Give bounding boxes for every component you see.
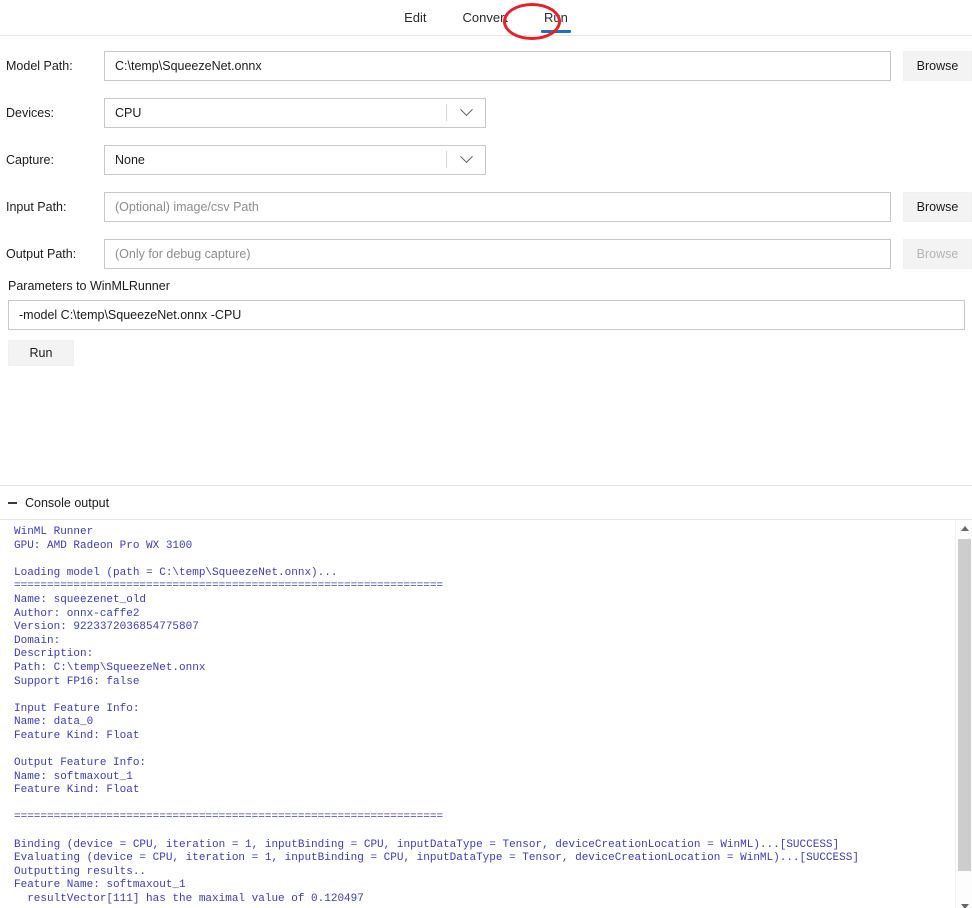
chevron-down-icon[interactable] bbox=[447, 99, 485, 127]
chevron-down-icon[interactable] bbox=[447, 146, 485, 174]
devices-select[interactable]: CPU bbox=[104, 97, 486, 128]
tabbar-divider bbox=[0, 35, 972, 36]
tab-convert-label: Convert bbox=[462, 10, 509, 25]
tab-run-label: Run bbox=[544, 10, 568, 25]
scrollbar-thumb[interactable] bbox=[958, 539, 971, 871]
capture-select-value: None bbox=[115, 152, 145, 167]
parameters-label: Parameters to WinMLRunner bbox=[8, 279, 170, 293]
form-row-output-path: Output Path: (Only for debug capture) Br… bbox=[0, 230, 972, 277]
console-output-panel: WinML Runner GPU: AMD Radeon Pro WX 3100… bbox=[0, 520, 972, 908]
console-title: Console output bbox=[25, 495, 110, 510]
triangle-up-icon[interactable] bbox=[956, 520, 972, 537]
console-output-text: WinML Runner GPU: AMD Radeon Pro WX 3100… bbox=[14, 526, 859, 906]
console-scrollbar[interactable] bbox=[955, 520, 972, 908]
console-section: Console output WinML Runner GPU: AMD Rad… bbox=[0, 485, 972, 908]
label-devices: Devices: bbox=[6, 105, 54, 120]
form-row-input-path: Input Path: (Optional) image/csv Path Br… bbox=[0, 183, 972, 230]
tab-edit-label: Edit bbox=[404, 10, 427, 25]
capture-select[interactable]: None bbox=[104, 144, 486, 175]
output-path-input[interactable]: (Only for debug capture) bbox=[104, 238, 891, 269]
tab-run[interactable]: Run bbox=[540, 10, 572, 34]
browse-button-output-path: Browse bbox=[903, 238, 972, 269]
label-input-path: Input Path: bbox=[6, 199, 67, 214]
tab-edit[interactable]: Edit bbox=[400, 10, 430, 34]
winmlrunner-app: Edit Convert Run Model Path: C:\temp\Squ… bbox=[0, 0, 972, 908]
parameters-input[interactable]: -model C:\temp\SqueezeNet.onnx -CPU bbox=[8, 300, 965, 330]
model-path-input[interactable]: C:\temp\SqueezeNet.onnx bbox=[104, 50, 891, 81]
devices-select-value: CPU bbox=[115, 105, 142, 120]
browse-button-input-path[interactable]: Browse bbox=[903, 191, 972, 222]
label-output-path: Output Path: bbox=[6, 246, 77, 261]
browse-button-model-path[interactable]: Browse bbox=[903, 50, 972, 81]
minus-icon[interactable] bbox=[8, 502, 17, 504]
tab-convert[interactable]: Convert bbox=[459, 10, 513, 34]
console-header[interactable]: Console output bbox=[0, 486, 972, 519]
tab-underline bbox=[540, 30, 571, 33]
tab-bar: Edit Convert Run bbox=[0, 0, 972, 36]
label-model-path: Model Path: bbox=[6, 58, 73, 73]
form-row-capture: Capture: None bbox=[0, 136, 972, 183]
run-button[interactable]: Run bbox=[8, 340, 74, 366]
triangle-down-icon[interactable] bbox=[956, 898, 972, 908]
label-capture: Capture: bbox=[6, 152, 54, 167]
form-row-devices: Devices: CPU bbox=[0, 89, 972, 136]
run-form: Model Path: C:\temp\SqueezeNet.onnx Brow… bbox=[0, 36, 972, 366]
form-row-model-path: Model Path: C:\temp\SqueezeNet.onnx Brow… bbox=[0, 42, 972, 89]
input-path-input[interactable]: (Optional) image/csv Path bbox=[104, 191, 891, 222]
